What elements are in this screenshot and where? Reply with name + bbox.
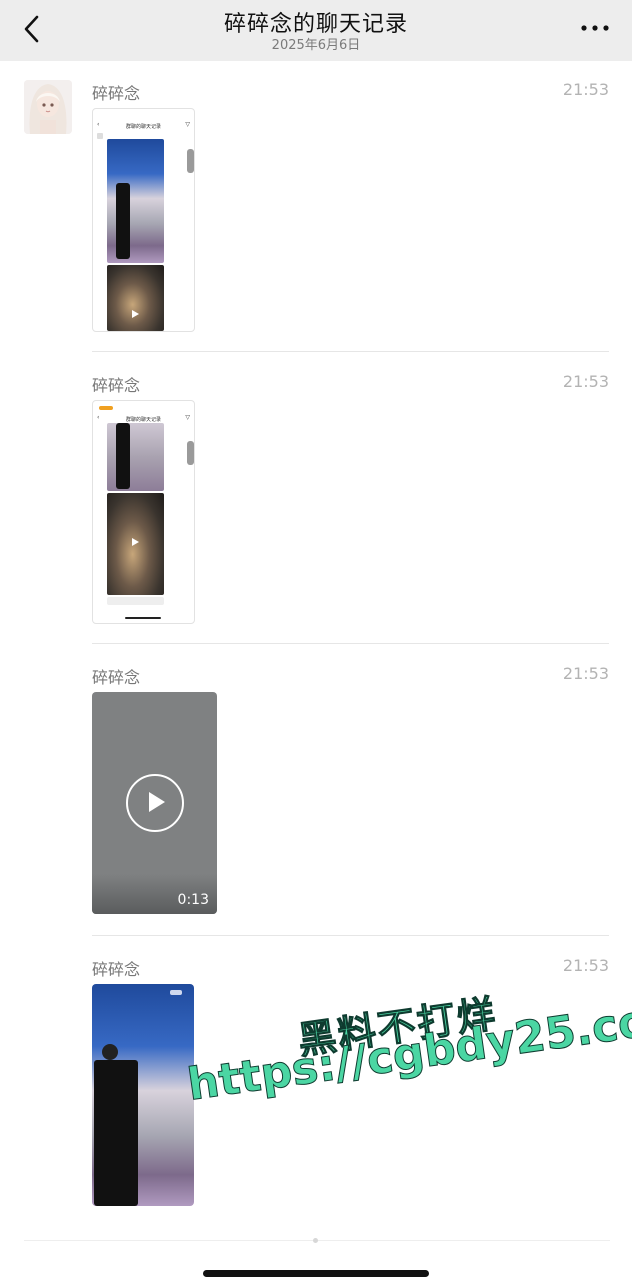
video-duration: 0:13 [177,892,209,908]
mini-photo [107,139,164,263]
home-indicator[interactable] [203,1270,429,1277]
mini-chat-title: 群聊的聊天记录 [125,417,161,423]
divider [92,935,609,936]
mini-video [107,493,164,595]
mini-filter-icon: ▽ [185,121,190,128]
play-icon [132,538,139,546]
chat-message: 碎碎念 21:53 群聊的聊天记录 ‹ ▽ [92,372,609,632]
screenshot-thumbnail[interactable]: 群聊的聊天记录 ‹ ▽ [92,400,195,624]
video-thumbnail[interactable]: 0:13 [92,692,217,914]
page-date: 2025年6月6日 [271,38,361,53]
mini-back-icon: ‹ [97,121,100,128]
divider [92,351,609,352]
screenshot-thumbnail[interactable]: 群聊的聊天记录 ‹ ▽ [92,108,195,332]
more-options-icon[interactable] [578,14,612,42]
play-icon [149,792,165,812]
mini-avatar-icon [97,133,103,139]
sender-name: 碎碎念 [92,376,141,395]
mini-home-indicator [125,617,161,619]
top-bar: 碎碎念的聊天记录 2025年6月6日 [0,0,632,61]
person-head [102,1044,118,1060]
bottom-dot [313,1238,318,1243]
person-figure [116,423,130,489]
avatar[interactable] [24,80,72,134]
side-scroll-tab [187,441,194,465]
sender-name: 碎碎念 [92,668,141,687]
divider [92,643,609,644]
person-figure [94,1060,138,1206]
mini-text-bubble [107,597,164,605]
mini-chat-title: 群聊的聊天记录 [125,124,161,130]
mini-back-icon: ‹ [97,414,100,421]
sender-name: 碎碎念 [92,960,141,979]
play-icon [132,310,139,318]
photo-badge [170,990,182,995]
mini-status-chip [99,406,113,410]
message-time: 21:53 [562,664,609,683]
chat-message: 碎碎念 21:53 群聊的聊天记录 ‹ ▽ [92,80,609,340]
message-time: 21:53 [562,372,609,391]
mini-photo [107,423,164,491]
message-time: 21:53 [562,956,609,975]
mini-video [107,265,164,331]
play-button[interactable] [126,774,184,832]
message-time: 21:53 [562,80,609,99]
chat-message: 碎碎念 21:53 0:13 [92,664,609,924]
person-figure [116,183,130,259]
sender-name: 碎碎念 [92,84,141,103]
image-thumbnail[interactable] [92,984,194,1206]
avatar-doll-image [24,80,72,134]
mini-filter-icon: ▽ [185,414,190,421]
side-scroll-tab [187,149,194,173]
